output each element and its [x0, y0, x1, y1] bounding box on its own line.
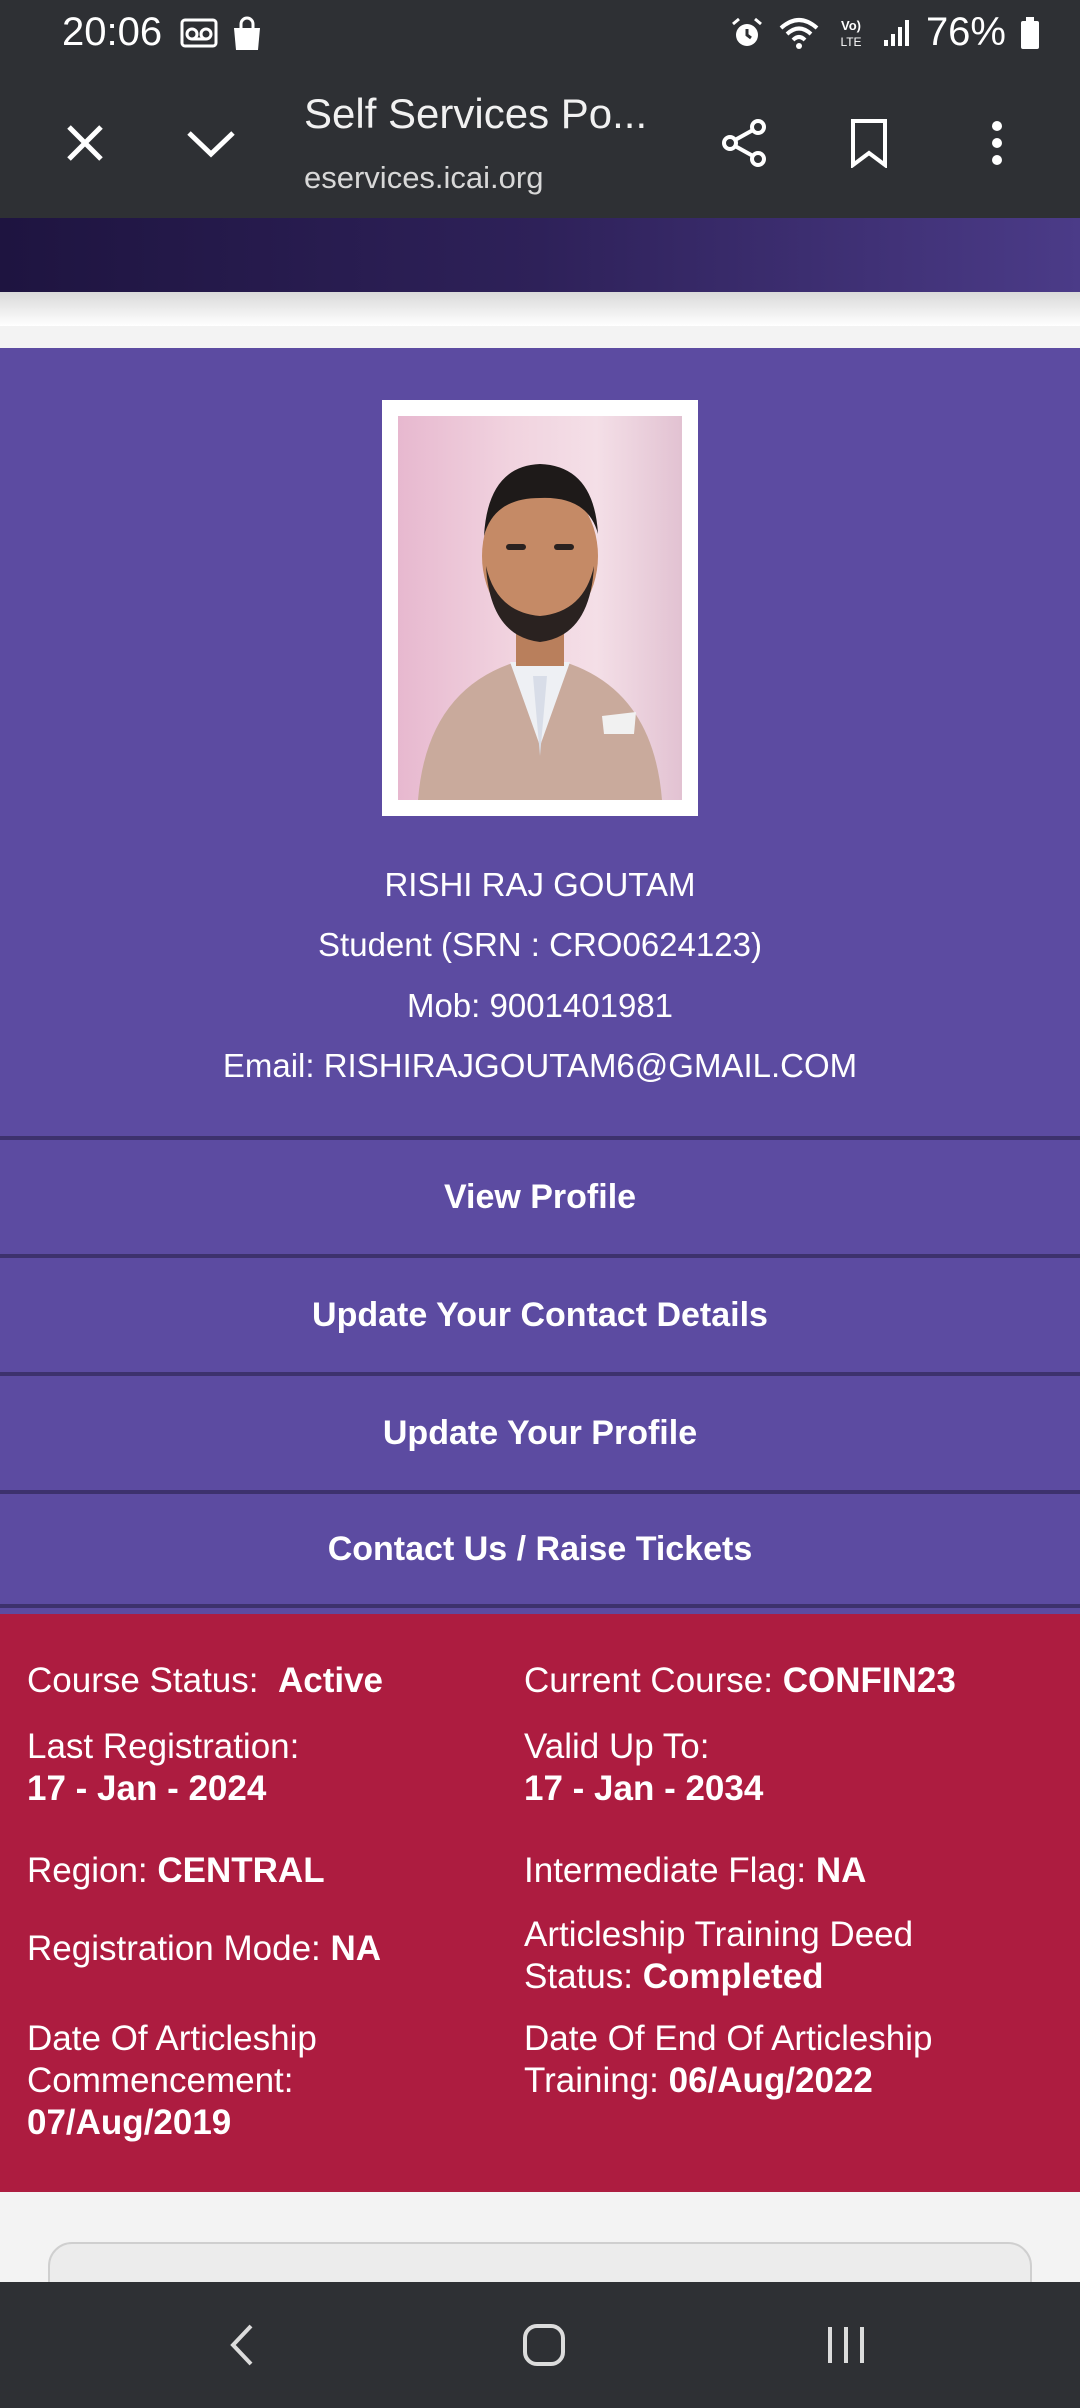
- profile-email: Email: RISHIRAJGOUTAM6@GMAIL.COM: [222, 1047, 858, 1084]
- update-contact-details-link[interactable]: Update Your Contact Details: [0, 1254, 1080, 1372]
- menu-label: View Profile: [443, 1177, 637, 1216]
- course-details-card: Course Status: Active Current Course: CO…: [0, 1614, 1080, 2192]
- more-vert-icon: [992, 121, 1002, 165]
- banner-shadow: [0, 292, 1080, 326]
- recents-button[interactable]: [806, 2312, 886, 2378]
- bookmark-icon: [851, 119, 887, 168]
- profile-photo-frame: [382, 400, 698, 816]
- last-registration-value: 17 - Jan - 2024: [27, 1769, 267, 1808]
- articleship-end-value: 06/Aug/2022: [668, 2061, 873, 2100]
- volte-icon: Vo) LTE: [840, 18, 861, 49]
- articleship-commencement-value: 07/Aug/2019: [27, 2103, 232, 2142]
- region-field: Region: CENTRAL: [27, 1851, 325, 1890]
- more-options-button[interactable]: [962, 108, 1032, 178]
- svg-text:LTE: LTE: [840, 35, 861, 49]
- status-time: 20:06: [62, 10, 163, 54]
- next-section-card: [48, 2242, 1032, 2282]
- close-button[interactable]: [50, 108, 120, 178]
- deed-status-field: Articleship Training Deed Status: Comple…: [524, 1915, 914, 1996]
- intermediate-flag-value: NA: [815, 1851, 867, 1890]
- page-url[interactable]: eservices.icai.org: [304, 160, 543, 196]
- valid-up-to-value: 17 - Jan - 2034: [524, 1769, 764, 1808]
- articleship-end-field: Date Of End Of Articleship Training: 06/…: [524, 2019, 933, 2100]
- status-bar: 20:06 Vo) LTE 76%: [0, 0, 1080, 68]
- browser-toolbar: Self Services Po... eservices.icai.org: [0, 68, 1080, 218]
- menu-label: Update Your Contact Details: [312, 1295, 768, 1334]
- webpage-content[interactable]: RISHI RAJ GOUTAM Student (SRN : CRO06241…: [0, 218, 1080, 2282]
- course-status-value: Active: [277, 1661, 384, 1700]
- chevron-down-icon: [187, 131, 235, 158]
- update-profile-link[interactable]: Update Your Profile: [0, 1372, 1080, 1490]
- region-value: CENTRAL: [157, 1851, 325, 1890]
- view-profile-link[interactable]: View Profile: [0, 1136, 1080, 1254]
- menu-label: Update Your Profile: [382, 1413, 698, 1452]
- home-icon: [523, 2324, 565, 2366]
- profile-photo[interactable]: [398, 416, 682, 800]
- signal-icon: [883, 19, 909, 46]
- menu-label: Contact Us / Raise Tickets: [327, 1529, 753, 1568]
- back-button[interactable]: [202, 2312, 282, 2378]
- share-icon: [722, 119, 766, 167]
- last-registration-field: Last Registration: 17 - Jan - 2024: [27, 1727, 300, 1808]
- valid-up-to-field: Valid Up To: 17 - Jan - 2034: [524, 1727, 764, 1808]
- battery-percent: 76%: [925, 10, 1006, 54]
- course-status-field: Course Status: Active: [27, 1661, 384, 1700]
- close-icon: [67, 125, 103, 161]
- deed-status-value: Completed: [642, 1957, 824, 1996]
- battery-icon: [1021, 16, 1039, 49]
- contact-us-link[interactable]: Contact Us / Raise Tickets: [0, 1490, 1080, 1608]
- voicemail-icon: [180, 18, 218, 48]
- profile-name: RISHI RAJ GOUTAM: [384, 866, 696, 903]
- system-nav-bar: [0, 2282, 1080, 2408]
- bookmark-button[interactable]: [834, 108, 904, 178]
- current-course-field: Current Course: CONFIN23: [524, 1661, 956, 1700]
- back-icon: [230, 2324, 253, 2366]
- person-portrait-icon: [418, 464, 662, 800]
- minimize-button[interactable]: [176, 108, 246, 178]
- alarm-icon: [731, 17, 762, 46]
- home-button[interactable]: [504, 2312, 584, 2378]
- page-title[interactable]: Self Services Po...: [304, 90, 647, 138]
- svg-text:Vo): Vo): [841, 18, 861, 33]
- shopping-bag-icon: [234, 16, 260, 50]
- intermediate-flag-field: Intermediate Flag: NA: [524, 1851, 867, 1890]
- articleship-commencement-field: Date Of Articleship Commencement: 07/Aug…: [27, 2019, 317, 2142]
- recents-icon: [828, 2327, 864, 2363]
- profile-mobile: Mob: 9001401981: [406, 987, 674, 1024]
- header-banner: [0, 218, 1080, 292]
- share-button[interactable]: [710, 108, 780, 178]
- current-course-value: CONFIN23: [782, 1661, 956, 1700]
- registration-mode-field: Registration Mode: NA: [27, 1929, 382, 1968]
- registration-mode-value: NA: [330, 1929, 382, 1968]
- profile-role: Student (SRN : CRO0624123): [318, 926, 762, 963]
- wifi-icon: [779, 17, 819, 49]
